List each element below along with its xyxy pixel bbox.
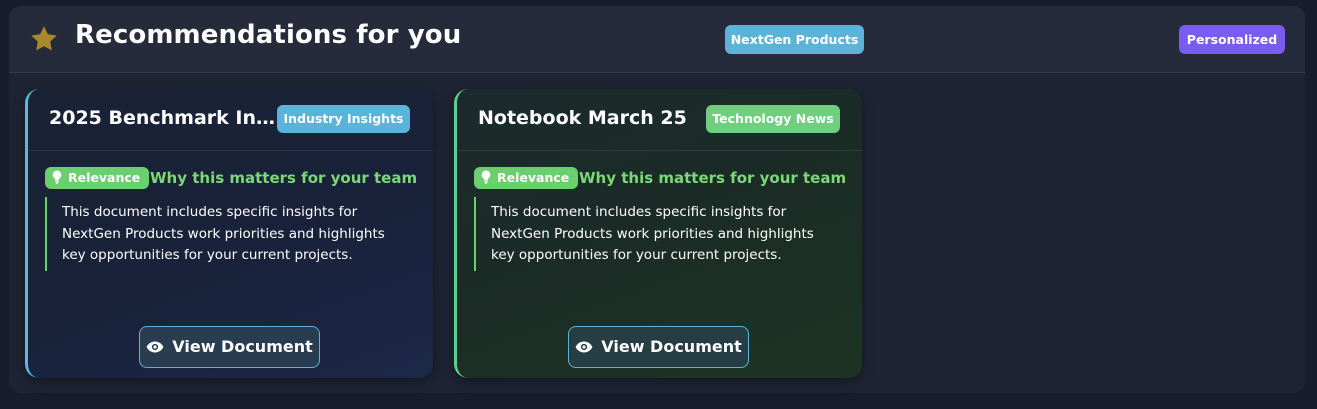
relevance-label: Relevance (497, 170, 570, 185)
relevance-badge: Relevance (474, 167, 579, 189)
card-description: This document includes specific insights… (45, 197, 402, 271)
lightbulb-icon (481, 170, 491, 184)
card-title[interactable]: 2025 Benchmark Insig... (49, 107, 277, 129)
view-document-button[interactable]: View Document (568, 326, 749, 368)
card-description: This document includes specific insights… (474, 197, 831, 271)
personalized-badge: Personalized (1179, 25, 1285, 54)
eye-icon (146, 341, 164, 353)
why-heading: Why this matters for your team (150, 169, 418, 187)
view-document-label: View Document (601, 337, 742, 356)
eye-icon (575, 341, 593, 353)
lightbulb-icon (52, 170, 62, 184)
recommendation-card: Notebook March 25 Technology News Releva… (454, 89, 862, 378)
relevance-label: Relevance (68, 170, 141, 185)
panel-header: Recommendations for you NextGen Products… (9, 6, 1305, 73)
why-heading: Why this matters for your team (579, 169, 847, 187)
team-badge: NextGen Products (725, 25, 864, 54)
view-document-button[interactable]: View Document (139, 326, 320, 368)
category-tag: Industry Insights (277, 105, 410, 133)
relevance-badge: Relevance (45, 167, 150, 189)
category-tag: Technology News (706, 105, 840, 133)
view-document-label: View Document (172, 337, 313, 356)
page-title: Recommendations for you (75, 20, 462, 50)
card-header: 2025 Benchmark Insig... Industry Insight… (28, 89, 433, 151)
card-header: Notebook March 25 Technology News (457, 89, 862, 151)
card-title[interactable]: Notebook March 25 (478, 107, 687, 129)
recommendation-card: 2025 Benchmark Insig... Industry Insight… (25, 89, 433, 378)
recommendations-panel: Recommendations for you NextGen Products… (9, 6, 1305, 393)
star-icon (31, 26, 57, 51)
